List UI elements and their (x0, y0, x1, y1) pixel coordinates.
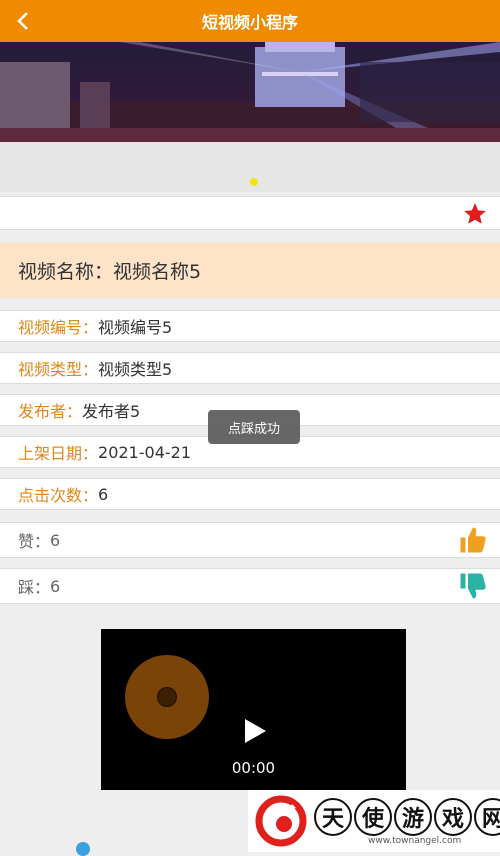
field-value: 6 (98, 484, 109, 504)
watermark-char: 天 (314, 798, 352, 836)
video-number-row: 视频编号： 视频编号5 (0, 310, 500, 342)
page-title: 短视频小程序 (201, 13, 298, 32)
video-type-row: 视频类型： 视频类型5 (0, 352, 500, 384)
star-icon[interactable] (462, 201, 488, 227)
thumbs-down-icon[interactable] (458, 571, 488, 601)
field-label: 发布者： (18, 402, 83, 421)
field-value: 视频类型5 (98, 360, 173, 379)
like-label: 赞： (18, 532, 51, 551)
video-name-row: 视频名称： 视频名称5 (0, 242, 500, 298)
watermark-url: www.townangel.com (368, 836, 462, 846)
video-name-value: 视频名称5 (113, 260, 202, 283)
playback-time: 00:00 (231, 759, 276, 777)
like-row: 赞： 6 (0, 522, 500, 558)
video-player[interactable]: 00:00 (101, 629, 406, 790)
field-label: 视频类型： (18, 360, 99, 379)
disc-icon (125, 655, 209, 739)
watermark-char: 戏 (434, 798, 472, 836)
field-value: 发布者5 (82, 402, 141, 421)
video-name-label: 视频名称： (18, 260, 114, 283)
field-label: 点击次数： (18, 486, 99, 505)
floating-action-icon[interactable] (76, 842, 90, 856)
chevron-left-icon[interactable] (14, 9, 34, 33)
watermark-char: 网 (474, 798, 500, 836)
dislike-label: 踩： (18, 578, 51, 597)
watermark-char: 游 (394, 798, 432, 836)
watermark-char: 使 (354, 798, 392, 836)
field-value: 2021-04-21 (98, 442, 191, 462)
header-bar: 短视频小程序 (0, 0, 500, 42)
site-watermark: 天 使 游 戏 网 www.townangel.com (248, 790, 500, 852)
click-count-row: 点击次数： 6 (0, 478, 500, 510)
play-icon[interactable] (242, 717, 268, 745)
field-label: 视频编号： (18, 318, 99, 337)
field-label: 上架日期： (18, 444, 99, 463)
toast-message: 点踩成功 (208, 410, 300, 444)
like-count: 6 (50, 530, 61, 550)
thumbs-up-icon[interactable] (458, 525, 488, 555)
watermark-logo-icon (254, 794, 308, 848)
favorite-row (0, 196, 500, 230)
banner-image[interactable] (0, 42, 500, 142)
dislike-row: 踩： 6 (0, 568, 500, 604)
field-value: 视频编号5 (98, 318, 173, 337)
carousel-dot[interactable] (250, 178, 258, 186)
dislike-count: 6 (50, 576, 61, 596)
